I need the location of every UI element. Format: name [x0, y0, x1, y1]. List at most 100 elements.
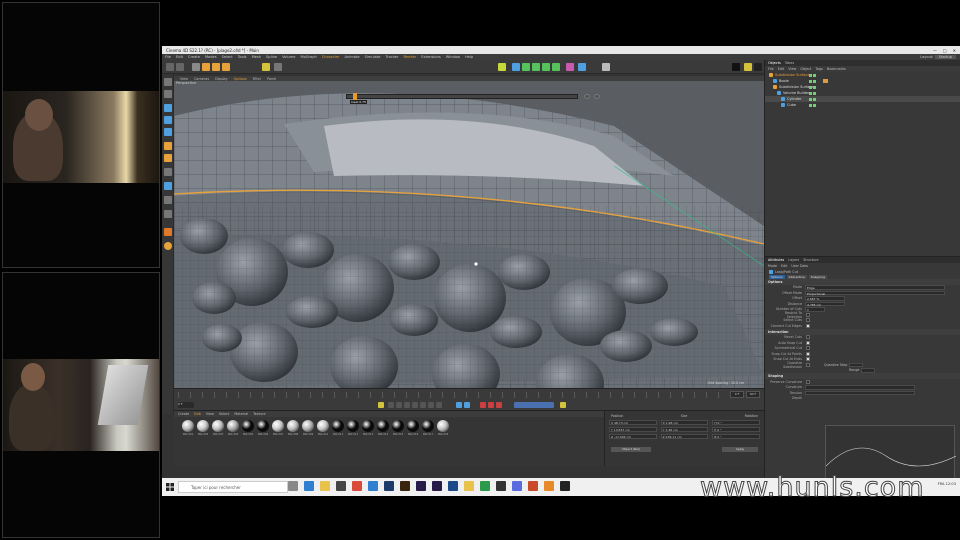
quantize-step-field[interactable]	[849, 362, 864, 367]
vp-menu-options[interactable]: Options	[234, 77, 247, 81]
c4d-taskbar-icon[interactable]	[448, 481, 458, 491]
play-icon[interactable]	[412, 402, 418, 408]
distance-field[interactable]: 4.765 cm	[805, 301, 845, 307]
tab-structure[interactable]: Structure	[803, 258, 818, 262]
menu-spline[interactable]: Spline	[266, 55, 277, 59]
start-frame-field[interactable]: 0 F	[178, 402, 194, 408]
workplane-mode-icon[interactable]	[164, 210, 172, 218]
mesh-mode-icon[interactable]	[164, 90, 172, 98]
material-swatch[interactable]: Mat.013	[362, 420, 374, 436]
undo-icon[interactable]	[166, 63, 174, 71]
range-field[interactable]	[861, 368, 876, 373]
material-swatch[interactable]: Mat.014	[377, 420, 389, 436]
cube-icon[interactable]	[498, 63, 506, 71]
windows-start-icon[interactable]	[166, 483, 174, 491]
menu-select[interactable]: Select	[222, 55, 233, 59]
menu-render[interactable]: Render	[403, 55, 416, 59]
obj-menu-file[interactable]: File	[768, 67, 774, 71]
subdivision-icon[interactable]	[522, 63, 530, 71]
perspective-viewport[interactable]: View Cameras Display Options Filter Pane…	[174, 76, 764, 388]
keyframe-selection-icon[interactable]	[480, 402, 486, 408]
cuts-field[interactable]: 1	[805, 307, 825, 312]
rot-h-field[interactable]: H 0 °	[712, 420, 761, 425]
array-icon[interactable]	[532, 63, 540, 71]
restrict-selection-checkbox[interactable]	[806, 312, 810, 317]
select-cuts-checkbox[interactable]	[806, 318, 810, 323]
offset-field[interactable]: 2.667 %	[805, 296, 845, 301]
inset-slider[interactable]	[346, 93, 578, 101]
menu-animate[interactable]: Animate	[345, 55, 360, 59]
object-row[interactable]: Cube	[765, 102, 960, 108]
material-swatch[interactable]: Mat.018	[437, 420, 449, 436]
close-button[interactable]: ✕	[953, 48, 956, 53]
obj-menu-bookmarks[interactable]: Bookmarks	[827, 67, 846, 71]
scale-icon[interactable]	[212, 63, 220, 71]
spotify-icon[interactable]	[480, 481, 490, 491]
go-end-icon[interactable]	[436, 402, 442, 408]
mat-menu-texture[interactable]: Texture	[253, 412, 265, 416]
auto-snap-checkbox[interactable]	[806, 340, 810, 345]
menu-window[interactable]: Window	[446, 55, 460, 59]
apply-button[interactable]: Apply	[722, 447, 758, 452]
obj-menu-tags[interactable]: Tags	[815, 67, 823, 71]
maximize-button[interactable]: □	[943, 48, 947, 53]
mat-menu-select[interactable]: Select	[219, 412, 229, 416]
bevel-cuts-checkbox[interactable]	[806, 335, 810, 340]
timeline[interactable]: 0 F 90 F	[174, 388, 764, 400]
solo-hierarchy-icon[interactable]	[164, 242, 172, 250]
layout-select[interactable]: Startup	[934, 55, 956, 59]
after-effects-icon[interactable]	[416, 481, 426, 491]
slider-minus-button[interactable]	[584, 94, 590, 99]
menu-create[interactable]: Create	[188, 55, 200, 59]
tab-objects[interactable]: Objects	[768, 61, 781, 65]
timeline-ruler[interactable]	[178, 392, 728, 398]
edges-mode-icon[interactable]	[164, 116, 172, 124]
tension-slider[interactable]	[805, 390, 915, 395]
terminal-icon[interactable]	[560, 481, 570, 491]
timeline-end-frame[interactable]: 90 F	[746, 391, 760, 398]
menu-volume[interactable]: Volume	[282, 55, 295, 59]
workplane-icon[interactable]	[754, 63, 762, 71]
light-icon[interactable]	[602, 63, 610, 71]
preserve-curvature-checkbox[interactable]	[806, 379, 810, 384]
scale-key-icon[interactable]	[496, 402, 502, 408]
texture-mode-icon[interactable]	[744, 63, 752, 71]
autokey-icon[interactable]	[464, 402, 470, 408]
edge-icon[interactable]	[304, 481, 314, 491]
menu-simulate[interactable]: Simulate	[365, 55, 381, 59]
mail-icon[interactable]	[368, 481, 378, 491]
position-key-icon[interactable]	[488, 402, 494, 408]
prev-frame-icon[interactable]	[404, 402, 410, 408]
prev-key-icon[interactable]	[396, 402, 402, 408]
system-tray[interactable]: FRA 12:03	[938, 482, 956, 486]
material-swatch[interactable]: Mat.017	[422, 420, 434, 436]
menu-extensions[interactable]: Extensions	[421, 55, 441, 59]
points-mode-icon[interactable]	[164, 104, 172, 112]
connect-cut-edges-checkbox[interactable]	[806, 323, 810, 328]
subtab-options[interactable]: Options	[769, 274, 785, 279]
material-swatch[interactable]: Mat.011	[332, 420, 344, 436]
tag-icon[interactable]	[823, 79, 828, 83]
coord-mode-select[interactable]: Object (Rel)	[611, 447, 651, 452]
tab-takes[interactable]: Takes	[785, 61, 794, 65]
obs-icon[interactable]	[496, 481, 506, 491]
mat-menu-create[interactable]: Create	[178, 412, 189, 416]
photoshop-icon[interactable]	[384, 481, 394, 491]
record-icon[interactable]	[456, 402, 462, 408]
quantize-checkbox[interactable]	[806, 362, 810, 367]
material-swatch[interactable]: Mat.009	[302, 420, 314, 436]
vp-menu-display[interactable]: Display	[215, 77, 228, 81]
snap-icon[interactable]	[732, 63, 740, 71]
explorer-icon[interactable]	[320, 481, 330, 491]
timeline-icon[interactable]	[560, 402, 566, 408]
locking-icon[interactable]	[164, 196, 172, 204]
minimize-button[interactable]: —	[933, 48, 937, 53]
mode-select[interactable]: Edge	[805, 285, 945, 290]
menu-tools[interactable]: Tools	[238, 55, 247, 59]
rot-b-field[interactable]: B 0 °	[712, 434, 761, 439]
store-icon[interactable]	[336, 481, 346, 491]
material-swatch[interactable]: Mat.010	[317, 420, 329, 436]
param-key-icon[interactable]	[514, 402, 554, 408]
mat-menu-edit[interactable]: Edit	[194, 412, 201, 416]
taskbar-search-input[interactable]: Taper ici pour rechercher	[178, 481, 288, 493]
